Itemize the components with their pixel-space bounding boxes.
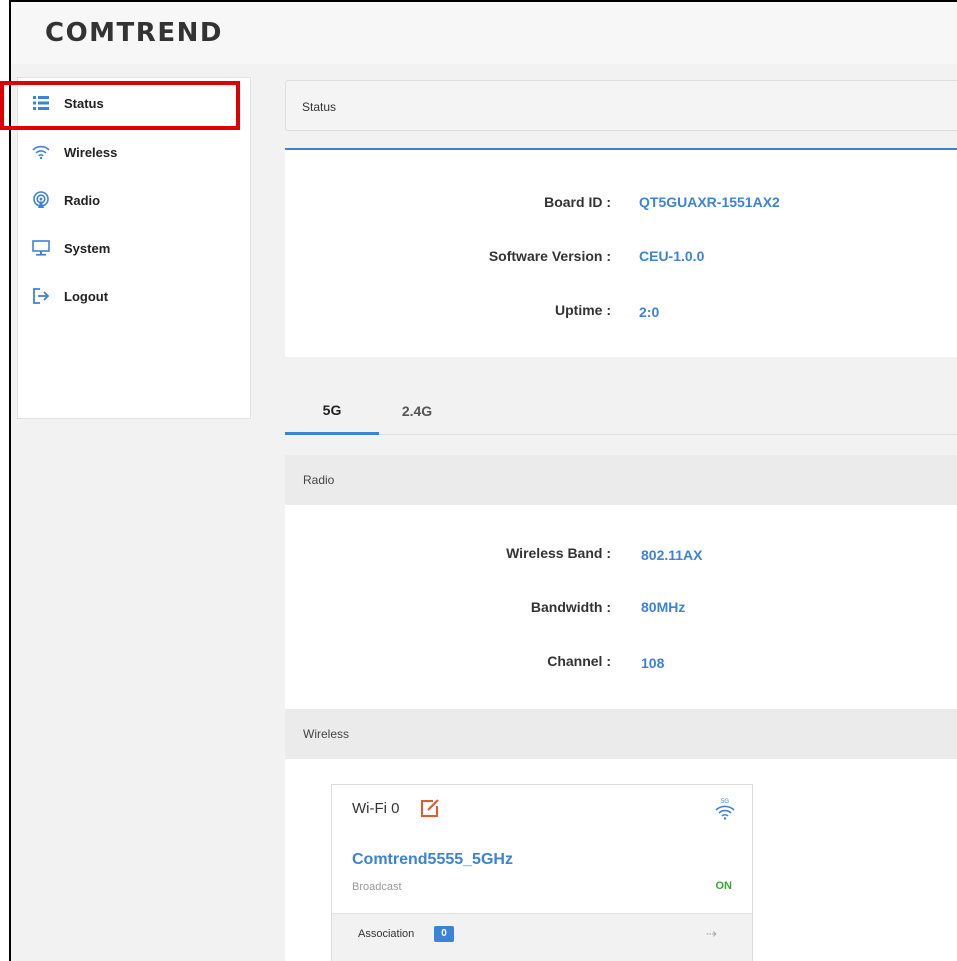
tab-5g[interactable]: 5G bbox=[285, 387, 379, 435]
sidebar-item-logout[interactable]: Logout bbox=[18, 276, 250, 316]
sidebar-item-label: Logout bbox=[64, 288, 109, 304]
uptime-value: 2:0 bbox=[639, 304, 660, 320]
band-tabs: 5G 2.4G bbox=[285, 387, 957, 435]
broadcast-status: ON bbox=[715, 880, 733, 892]
board-id-row: Board ID : QT5GUAXR-1551AX2 bbox=[285, 194, 957, 214]
edit-icon[interactable] bbox=[420, 798, 440, 818]
bandwidth-row: Bandwidth : 80MHz bbox=[285, 599, 957, 619]
wifi-0-card: Wi-Fi 0 5G Comtrend5555_5GHz Broadcast O… bbox=[331, 784, 753, 961]
wireless-band-row: Wireless Band : 802.11AX bbox=[285, 545, 957, 565]
channel-row: Channel : 108 bbox=[285, 653, 957, 673]
arrow-right-icon[interactable]: ⇢ bbox=[706, 926, 717, 942]
sidebar-item-wireless[interactable]: Wireless bbox=[18, 132, 250, 172]
sidebar-item-label: Wireless bbox=[64, 144, 118, 160]
logout-icon bbox=[30, 285, 52, 307]
wireless-band-label: Wireless Band : bbox=[506, 545, 611, 561]
comtrend-logo: COMTREND bbox=[45, 18, 223, 48]
channel-label: Channel : bbox=[547, 653, 611, 669]
sidebar-item-system[interactable]: System bbox=[18, 228, 250, 268]
software-version-label: Software Version : bbox=[488, 248, 611, 264]
software-version-row: Software Version : CEU-1.0.0 bbox=[285, 248, 957, 268]
bandwidth-label: Bandwidth : bbox=[530, 599, 611, 615]
top-bar: COMTREND bbox=[11, 2, 957, 64]
bandwidth-value: 80MHz bbox=[641, 599, 686, 615]
sidebar-item-label: Radio bbox=[64, 192, 101, 208]
association-count-badge: 0 bbox=[434, 926, 454, 942]
wifi-5g-signal-icon: 5G bbox=[713, 797, 737, 821]
sidebar: Status Wireless Radio System Logout bbox=[17, 77, 251, 419]
list-icon bbox=[30, 92, 52, 114]
wireless-section-header: Wireless bbox=[285, 709, 957, 759]
channel-value: 108 bbox=[641, 655, 665, 671]
sidebar-item-label: Status bbox=[64, 95, 104, 111]
breadcrumb: Status bbox=[285, 80, 957, 131]
sidebar-item-label: System bbox=[64, 240, 111, 256]
tab-2-4g[interactable]: 2.4G bbox=[379, 387, 455, 435]
association-bar[interactable]: Association 0 ⇢ bbox=[332, 913, 752, 961]
board-id-value: QT5GUAXR-1551AX2 bbox=[639, 194, 780, 210]
ssid-link[interactable]: Comtrend5555_5GHz bbox=[352, 851, 513, 869]
wifi-icon bbox=[30, 141, 52, 163]
wireless-band-value: 802.11AX bbox=[641, 547, 703, 563]
monitor-icon bbox=[30, 237, 52, 259]
sidebar-item-status[interactable]: Status bbox=[18, 83, 250, 123]
device-info-card: Board ID : QT5GUAXR-1551AX2 Software Ver… bbox=[285, 148, 957, 357]
app-window: COMTREND Status Wireless Radio System Lo… bbox=[9, 0, 957, 961]
uptime-row: Uptime : 2:0 bbox=[285, 302, 957, 322]
band-badge-text: 5G bbox=[721, 799, 729, 805]
sidebar-item-radio[interactable]: Radio bbox=[18, 180, 250, 220]
association-label: Association bbox=[358, 928, 415, 940]
software-version-value: CEU-1.0.0 bbox=[639, 248, 705, 264]
board-id-label: Board ID : bbox=[544, 194, 611, 210]
broadcast-label: Broadcast bbox=[352, 881, 402, 893]
radio-section-body: Wireless Band : 802.11AX Bandwidth : 80M… bbox=[285, 505, 957, 709]
radio-section-header: Radio bbox=[285, 455, 957, 505]
radio-antenna-icon bbox=[30, 189, 52, 211]
wifi-card-title: Wi-Fi 0 bbox=[352, 800, 400, 817]
uptime-label: Uptime : bbox=[555, 302, 611, 318]
